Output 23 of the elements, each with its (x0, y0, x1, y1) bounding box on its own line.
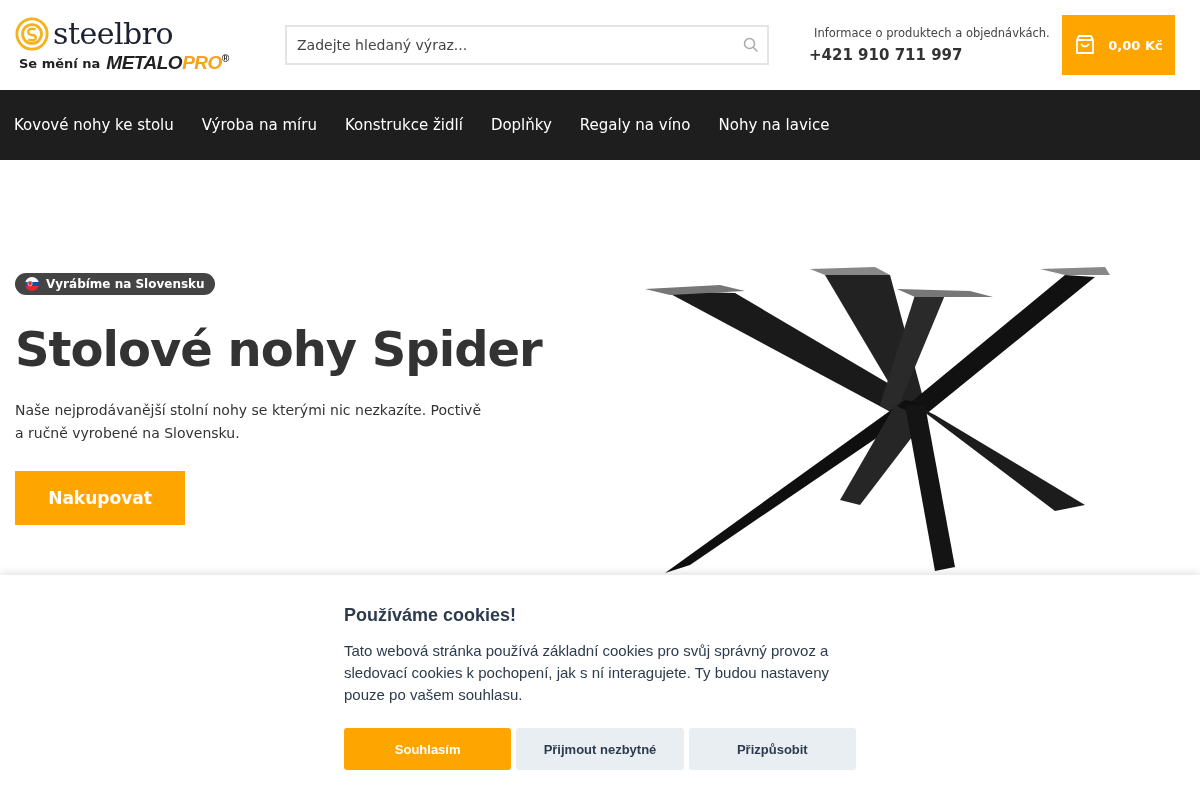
nav-link[interactable]: Konstrukce židlí (344, 116, 463, 134)
hero-text: Naše nejprodávanější stolní nohy se kterými nic nezkazíte. Poctivě a ručně vyrobené na Slovensku. (15, 401, 483, 443)
logo-wordmark: steelbro (53, 16, 174, 52)
cookie-button[interactable]: Přizpůsobit (688, 728, 856, 770)
hero-title: Stolové nohy Spider (15, 320, 542, 379)
nav-link[interactable]: Výroba na míru (201, 116, 317, 134)
search-field[interactable]: Zadejte hledaný výraz... (285, 25, 769, 65)
phone-number[interactable]: +421 910 711 997 (809, 46, 1062, 64)
contact-info: Informace o produktech a objednávkách. (813, 26, 1051, 40)
cookie-button[interactable]: Přijmout nezbytné (516, 728, 684, 770)
badge-text: Vyrábíme na Slovensku (46, 277, 205, 291)
nav-link[interactable]: Doplňky (490, 116, 552, 134)
brand-logo: METALOPRO$^{®}$ (106, 52, 229, 74)
search-icon[interactable] (743, 37, 759, 53)
nav-link[interactable]: Nohy na lavice (718, 116, 830, 134)
nav-link[interactable]: Regaly na víno (579, 116, 691, 134)
nav-link[interactable]: Kovové nohy ke stolu (14, 116, 174, 134)
basket-icon (1074, 34, 1097, 56)
flag-icon (25, 277, 39, 291)
logo-tagline: Se mění na (19, 55, 101, 71)
logo-icon (15, 17, 49, 51)
cookie-title: Používáme cookies! (344, 605, 518, 626)
cookie-text: Tato webová stránka používá základní cookies pro svůj správný provoz a sledovací cookies k pochopení, jak s ní interagujete. Ty budou nastaveny pouze po vašem souhlasu. (344, 641, 831, 705)
